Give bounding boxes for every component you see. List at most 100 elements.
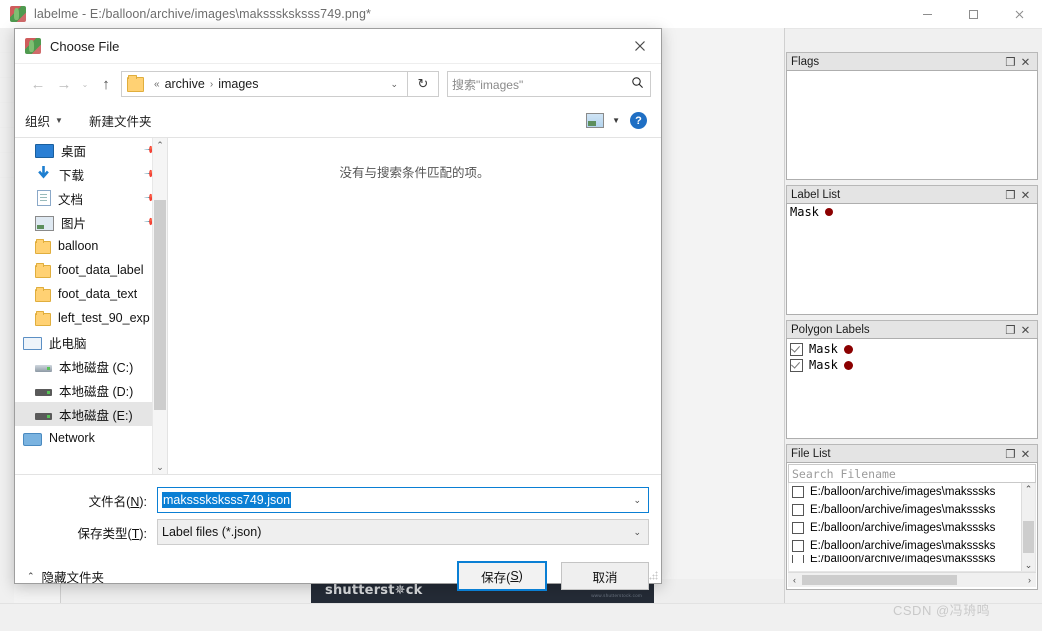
downloads-icon bbox=[35, 165, 52, 182]
view-mode-icon[interactable] bbox=[586, 113, 605, 128]
nav-item-foot-data-label[interactable]: foot_data_label bbox=[15, 258, 167, 282]
left-toolbar[interactable] bbox=[0, 28, 15, 603]
breadcrumb-item-images[interactable]: images bbox=[218, 77, 258, 91]
toolbar-item[interactable] bbox=[0, 128, 14, 153]
nav-item-this-pc[interactable]: 此电脑 bbox=[15, 330, 167, 354]
this-pc-icon bbox=[23, 336, 42, 350]
search-input[interactable]: 搜索"images" bbox=[447, 71, 651, 97]
nav-item-drive-e[interactable]: 本地磁盘 (E:) bbox=[15, 402, 167, 426]
flags-panel-body[interactable] bbox=[786, 70, 1038, 180]
toolbar-item[interactable] bbox=[0, 53, 14, 78]
polygon-labels-panel-body[interactable]: Mask Mask bbox=[786, 338, 1038, 439]
breadcrumb[interactable]: « archive › images ⌄ bbox=[121, 71, 408, 97]
close-icon[interactable]: ✕ bbox=[1018, 54, 1033, 69]
polygon-labels-panel-label: Polygon Labels bbox=[791, 323, 870, 336]
float-icon[interactable]: ❐ bbox=[1003, 54, 1018, 69]
filetype-value: Label files (*.json) bbox=[162, 525, 262, 539]
scrollbar-thumb[interactable] bbox=[802, 575, 957, 585]
nav-item-foot-data-text[interactable]: foot_data_text bbox=[15, 282, 167, 306]
resize-grip[interactable] bbox=[649, 571, 658, 580]
file-list-search-input[interactable]: Search Filename bbox=[788, 464, 1036, 483]
checkbox-icon[interactable] bbox=[792, 504, 804, 516]
scroll-up-icon[interactable]: ⌃ bbox=[1025, 483, 1033, 495]
checkbox-icon[interactable] bbox=[790, 358, 803, 372]
scrollbar-thumb[interactable] bbox=[1023, 521, 1034, 553]
list-item[interactable]: E:/balloon/archive/images\maksssks bbox=[789, 483, 1035, 501]
nav-item-left-test-90-exp[interactable]: left_test_90_exp bbox=[15, 306, 167, 330]
up-icon[interactable]: ↑ bbox=[93, 71, 119, 97]
scroll-left-icon[interactable]: ‹ bbox=[789, 575, 800, 585]
list-item[interactable]: E:/balloon/archive/images\maksssks bbox=[789, 501, 1035, 519]
file-browser-list[interactable]: 没有与搜索条件匹配的项。 bbox=[168, 138, 661, 474]
cancel-button[interactable]: 取消 bbox=[561, 562, 649, 590]
help-icon[interactable]: ? bbox=[630, 112, 647, 129]
filetype-row: 保存类型(T): Label files (*.json) ⌄ bbox=[15, 519, 661, 545]
navigation-pane[interactable]: 桌面 📌 下载 📌 文档 📌 图片 📌 balloon foot_data_la… bbox=[15, 138, 168, 474]
toolbar-item[interactable] bbox=[0, 28, 14, 53]
refresh-icon[interactable]: ↻ bbox=[408, 71, 439, 97]
checkbox-icon[interactable] bbox=[792, 540, 804, 552]
chevron-down-icon[interactable]: ⌄ bbox=[633, 527, 644, 538]
checkbox-icon[interactable] bbox=[792, 522, 804, 534]
filename-input[interactable]: maksssksksss749.json ⌄ bbox=[157, 487, 649, 513]
toolbar-item[interactable] bbox=[0, 78, 14, 103]
float-icon[interactable]: ❐ bbox=[1003, 187, 1018, 202]
toolbar-item[interactable] bbox=[0, 153, 14, 178]
breadcrumb-prefix: « bbox=[154, 78, 160, 90]
close-icon[interactable]: ✕ bbox=[1018, 446, 1033, 461]
checkbox-icon[interactable] bbox=[792, 486, 804, 498]
close-icon[interactable] bbox=[619, 30, 661, 63]
nav-item-drive-d[interactable]: 本地磁盘 (D:) bbox=[15, 378, 167, 402]
list-item[interactable]: E:/balloon/archive/images\maksssks bbox=[789, 537, 1035, 555]
minimize-icon[interactable] bbox=[904, 0, 950, 28]
save-button[interactable]: 保存(S) bbox=[457, 561, 547, 591]
organize-button[interactable]: 组织 ▼ bbox=[25, 111, 63, 130]
chevron-down-icon[interactable]: ⌄ bbox=[633, 495, 644, 506]
nav-item-balloon[interactable]: balloon bbox=[15, 234, 167, 258]
nav-item-downloads[interactable]: 下载 📌 bbox=[15, 162, 167, 186]
scroll-right-icon[interactable]: › bbox=[1024, 575, 1035, 585]
float-icon[interactable]: ❐ bbox=[1003, 322, 1018, 337]
checkbox-icon[interactable] bbox=[792, 555, 804, 563]
scroll-up-icon[interactable]: ⌃ bbox=[153, 138, 167, 152]
label-list-panel-body[interactable]: Mask bbox=[786, 203, 1038, 315]
scroll-down-icon[interactable]: ⌄ bbox=[1025, 559, 1033, 571]
chevron-down-icon[interactable]: ⌄ bbox=[383, 79, 405, 90]
file-path: E:/balloon/archive/images\maksssks bbox=[810, 522, 996, 534]
breadcrumb-item-archive[interactable]: archive bbox=[165, 77, 205, 91]
scrollbar-thumb[interactable] bbox=[154, 200, 166, 410]
list-item[interactable]: Mask bbox=[787, 357, 1037, 373]
checkbox-icon[interactable] bbox=[790, 342, 803, 356]
float-icon[interactable]: ❐ bbox=[1003, 446, 1018, 461]
close-icon[interactable]: ✕ bbox=[1018, 322, 1033, 337]
maximize-icon[interactable] bbox=[950, 0, 996, 28]
polygon-label-text: Mask bbox=[809, 358, 838, 372]
nav-item-documents[interactable]: 文档 📌 bbox=[15, 186, 167, 210]
list-item[interactable]: E:/balloon/archive/images\maksssks bbox=[789, 555, 1035, 563]
navigation-pane-scrollbar[interactable]: ⌃ ⌄ bbox=[152, 138, 167, 474]
scroll-down-icon[interactable]: ⌄ bbox=[153, 460, 167, 474]
search-icon[interactable] bbox=[631, 76, 646, 92]
folder-icon bbox=[35, 238, 51, 254]
list-item[interactable]: Mask bbox=[787, 339, 1037, 357]
status-bar bbox=[0, 603, 1042, 631]
forward-icon[interactable]: → bbox=[51, 71, 77, 97]
nav-item-network[interactable]: Network bbox=[15, 426, 167, 450]
file-list-vertical-scrollbar[interactable]: ⌃ ⌄ bbox=[1021, 483, 1035, 571]
chevron-down-icon[interactable]: ▼ bbox=[612, 116, 620, 125]
list-item[interactable]: Mask bbox=[787, 204, 1037, 220]
back-icon[interactable]: ← bbox=[25, 71, 51, 97]
recent-locations-icon[interactable]: ⌄ bbox=[77, 71, 93, 97]
close-icon[interactable]: ✕ bbox=[1018, 187, 1033, 202]
list-item[interactable]: E:/balloon/archive/images\maksssks bbox=[789, 519, 1035, 537]
nav-item-pictures[interactable]: 图片 📌 bbox=[15, 210, 167, 234]
nav-item-drive-c[interactable]: 本地磁盘 (C:) bbox=[15, 354, 167, 378]
nav-item-desktop[interactable]: 桌面 📌 bbox=[15, 138, 167, 162]
filetype-select[interactable]: Label files (*.json) ⌄ bbox=[157, 519, 649, 545]
file-list-items[interactable]: E:/balloon/archive/images\maksssks E:/ba… bbox=[788, 483, 1036, 572]
close-icon[interactable] bbox=[996, 0, 1042, 28]
toolbar-item[interactable] bbox=[0, 103, 14, 128]
file-list-horizontal-scrollbar[interactable]: ‹ › bbox=[788, 572, 1036, 587]
new-folder-button[interactable]: 新建文件夹 bbox=[89, 111, 152, 130]
hide-folders-toggle[interactable]: ⌃ 隐藏文件夹 bbox=[27, 567, 104, 586]
